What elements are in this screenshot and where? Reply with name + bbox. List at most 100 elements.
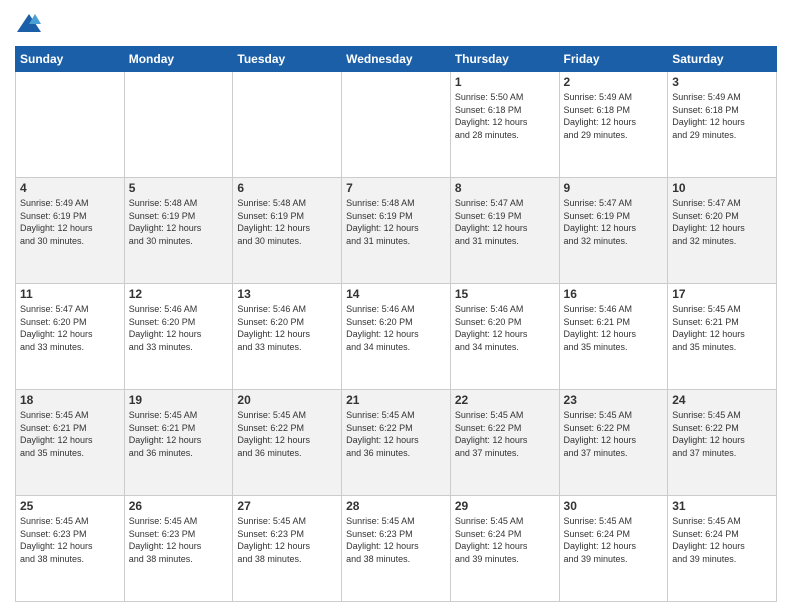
day-number: 13 xyxy=(237,287,337,301)
calendar-cell: 18 Sunrise: 5:45 AM Sunset: 6:21 PM Dayli… xyxy=(16,390,125,496)
calendar-cell: 6 Sunrise: 5:48 AM Sunset: 6:19 PM Daylig… xyxy=(233,178,342,284)
calendar-cell: 2 Sunrise: 5:49 AM Sunset: 6:18 PM Daylig… xyxy=(559,72,668,178)
day-number: 15 xyxy=(455,287,555,301)
col-header-monday: Monday xyxy=(124,47,233,72)
calendar-cell: 31 Sunrise: 5:45 AM Sunset: 6:24 PM Dayli… xyxy=(668,496,777,602)
day-info: Sunrise: 5:45 AM Sunset: 6:23 PM Dayligh… xyxy=(346,515,446,565)
day-number: 16 xyxy=(564,287,664,301)
day-info: Sunrise: 5:48 AM Sunset: 6:19 PM Dayligh… xyxy=(237,197,337,247)
calendar-cell: 1 Sunrise: 5:50 AM Sunset: 6:18 PM Daylig… xyxy=(450,72,559,178)
calendar-cell: 12 Sunrise: 5:46 AM Sunset: 6:20 PM Dayli… xyxy=(124,284,233,390)
day-number: 7 xyxy=(346,181,446,195)
day-info: Sunrise: 5:45 AM Sunset: 6:24 PM Dayligh… xyxy=(672,515,772,565)
day-info: Sunrise: 5:45 AM Sunset: 6:22 PM Dayligh… xyxy=(455,409,555,459)
calendar-cell: 7 Sunrise: 5:48 AM Sunset: 6:19 PM Daylig… xyxy=(342,178,451,284)
calendar-cell: 3 Sunrise: 5:49 AM Sunset: 6:18 PM Daylig… xyxy=(668,72,777,178)
day-info: Sunrise: 5:46 AM Sunset: 6:21 PM Dayligh… xyxy=(564,303,664,353)
col-header-thursday: Thursday xyxy=(450,47,559,72)
day-info: Sunrise: 5:45 AM Sunset: 6:23 PM Dayligh… xyxy=(129,515,229,565)
day-info: Sunrise: 5:45 AM Sunset: 6:22 PM Dayligh… xyxy=(564,409,664,459)
col-header-sunday: Sunday xyxy=(16,47,125,72)
day-info: Sunrise: 5:46 AM Sunset: 6:20 PM Dayligh… xyxy=(455,303,555,353)
day-info: Sunrise: 5:46 AM Sunset: 6:20 PM Dayligh… xyxy=(129,303,229,353)
calendar-cell: 11Sunrise: 5:47 AM Sunset: 6:20 PM Dayli… xyxy=(16,284,125,390)
day-info: Sunrise: 5:45 AM Sunset: 6:24 PM Dayligh… xyxy=(455,515,555,565)
day-number: 29 xyxy=(455,499,555,513)
calendar-cell xyxy=(16,72,125,178)
calendar-cell xyxy=(124,72,233,178)
day-number: 31 xyxy=(672,499,772,513)
calendar-cell: 19 Sunrise: 5:45 AM Sunset: 6:21 PM Dayli… xyxy=(124,390,233,496)
col-header-tuesday: Tuesday xyxy=(233,47,342,72)
calendar-cell: 21 Sunrise: 5:45 AM Sunset: 6:22 PM Dayli… xyxy=(342,390,451,496)
calendar-cell: 30Sunrise: 5:45 AM Sunset: 6:24 PM Dayli… xyxy=(559,496,668,602)
day-info: Sunrise: 5:45 AM Sunset: 6:23 PM Dayligh… xyxy=(20,515,120,565)
day-info: Sunrise: 5:45 AM Sunset: 6:22 PM Dayligh… xyxy=(672,409,772,459)
day-info: Sunrise: 5:47 AM Sunset: 6:19 PM Dayligh… xyxy=(564,197,664,247)
day-info: Sunrise: 5:47 AM Sunset: 6:19 PM Dayligh… xyxy=(455,197,555,247)
calendar-cell: 14 Sunrise: 5:46 AM Sunset: 6:20 PM Dayli… xyxy=(342,284,451,390)
logo xyxy=(15,10,47,38)
calendar-cell: 9 Sunrise: 5:47 AM Sunset: 6:19 PM Daylig… xyxy=(559,178,668,284)
day-info: Sunrise: 5:45 AM Sunset: 6:22 PM Dayligh… xyxy=(346,409,446,459)
day-info: Sunrise: 5:50 AM Sunset: 6:18 PM Dayligh… xyxy=(455,91,555,141)
day-info: Sunrise: 5:45 AM Sunset: 6:22 PM Dayligh… xyxy=(237,409,337,459)
calendar-cell: 22 Sunrise: 5:45 AM Sunset: 6:22 PM Dayli… xyxy=(450,390,559,496)
calendar-cell: 17Sunrise: 5:45 AM Sunset: 6:21 PM Dayli… xyxy=(668,284,777,390)
page: SundayMondayTuesdayWednesdayThursdayFrid… xyxy=(0,0,792,612)
day-info: Sunrise: 5:46 AM Sunset: 6:20 PM Dayligh… xyxy=(237,303,337,353)
calendar-cell: 4 Sunrise: 5:49 AM Sunset: 6:19 PM Daylig… xyxy=(16,178,125,284)
day-number: 5 xyxy=(129,181,229,195)
calendar-cell: 24 Sunrise: 5:45 AM Sunset: 6:22 PM Dayli… xyxy=(668,390,777,496)
day-number: 4 xyxy=(20,181,120,195)
logo-icon xyxy=(15,10,43,38)
day-number: 17 xyxy=(672,287,772,301)
calendar-cell: 29 Sunrise: 5:45 AM Sunset: 6:24 PM Dayli… xyxy=(450,496,559,602)
calendar-cell: 25 Sunrise: 5:45 AM Sunset: 6:23 PM Dayli… xyxy=(16,496,125,602)
calendar-cell: 28 Sunrise: 5:45 AM Sunset: 6:23 PM Dayli… xyxy=(342,496,451,602)
day-number: 25 xyxy=(20,499,120,513)
day-number: 6 xyxy=(237,181,337,195)
day-info: Sunrise: 5:49 AM Sunset: 6:19 PM Dayligh… xyxy=(20,197,120,247)
calendar: SundayMondayTuesdayWednesdayThursdayFrid… xyxy=(15,46,777,602)
day-info: Sunrise: 5:45 AM Sunset: 6:21 PM Dayligh… xyxy=(20,409,120,459)
day-info: Sunrise: 5:48 AM Sunset: 6:19 PM Dayligh… xyxy=(129,197,229,247)
day-number: 1 xyxy=(455,75,555,89)
day-number: 23 xyxy=(564,393,664,407)
calendar-cell: 23 Sunrise: 5:45 AM Sunset: 6:22 PM Dayli… xyxy=(559,390,668,496)
day-info: Sunrise: 5:46 AM Sunset: 6:20 PM Dayligh… xyxy=(346,303,446,353)
calendar-cell: 8Sunrise: 5:47 AM Sunset: 6:19 PM Daylig… xyxy=(450,178,559,284)
day-number: 2 xyxy=(564,75,664,89)
day-number: 12 xyxy=(129,287,229,301)
day-number: 9 xyxy=(564,181,664,195)
calendar-cell: 16 Sunrise: 5:46 AM Sunset: 6:21 PM Dayli… xyxy=(559,284,668,390)
day-number: 22 xyxy=(455,393,555,407)
day-number: 26 xyxy=(129,499,229,513)
day-info: Sunrise: 5:49 AM Sunset: 6:18 PM Dayligh… xyxy=(672,91,772,141)
calendar-cell: 15 Sunrise: 5:46 AM Sunset: 6:20 PM Dayli… xyxy=(450,284,559,390)
day-info: Sunrise: 5:45 AM Sunset: 6:21 PM Dayligh… xyxy=(129,409,229,459)
col-header-wednesday: Wednesday xyxy=(342,47,451,72)
header xyxy=(15,10,777,38)
day-number: 21 xyxy=(346,393,446,407)
day-number: 14 xyxy=(346,287,446,301)
col-header-saturday: Saturday xyxy=(668,47,777,72)
day-info: Sunrise: 5:45 AM Sunset: 6:23 PM Dayligh… xyxy=(237,515,337,565)
day-number: 24 xyxy=(672,393,772,407)
day-number: 27 xyxy=(237,499,337,513)
calendar-cell: 27 Sunrise: 5:45 AM Sunset: 6:23 PM Dayli… xyxy=(233,496,342,602)
day-number: 11 xyxy=(20,287,120,301)
day-info: Sunrise: 5:49 AM Sunset: 6:18 PM Dayligh… xyxy=(564,91,664,141)
day-number: 28 xyxy=(346,499,446,513)
day-number: 18 xyxy=(20,393,120,407)
calendar-cell xyxy=(233,72,342,178)
day-number: 30 xyxy=(564,499,664,513)
calendar-cell: 5 Sunrise: 5:48 AM Sunset: 6:19 PM Daylig… xyxy=(124,178,233,284)
day-number: 20 xyxy=(237,393,337,407)
day-number: 3 xyxy=(672,75,772,89)
day-info: Sunrise: 5:48 AM Sunset: 6:19 PM Dayligh… xyxy=(346,197,446,247)
calendar-cell: 20 Sunrise: 5:45 AM Sunset: 6:22 PM Dayli… xyxy=(233,390,342,496)
day-number: 10 xyxy=(672,181,772,195)
calendar-cell: 26 Sunrise: 5:45 AM Sunset: 6:23 PM Dayli… xyxy=(124,496,233,602)
day-number: 19 xyxy=(129,393,229,407)
